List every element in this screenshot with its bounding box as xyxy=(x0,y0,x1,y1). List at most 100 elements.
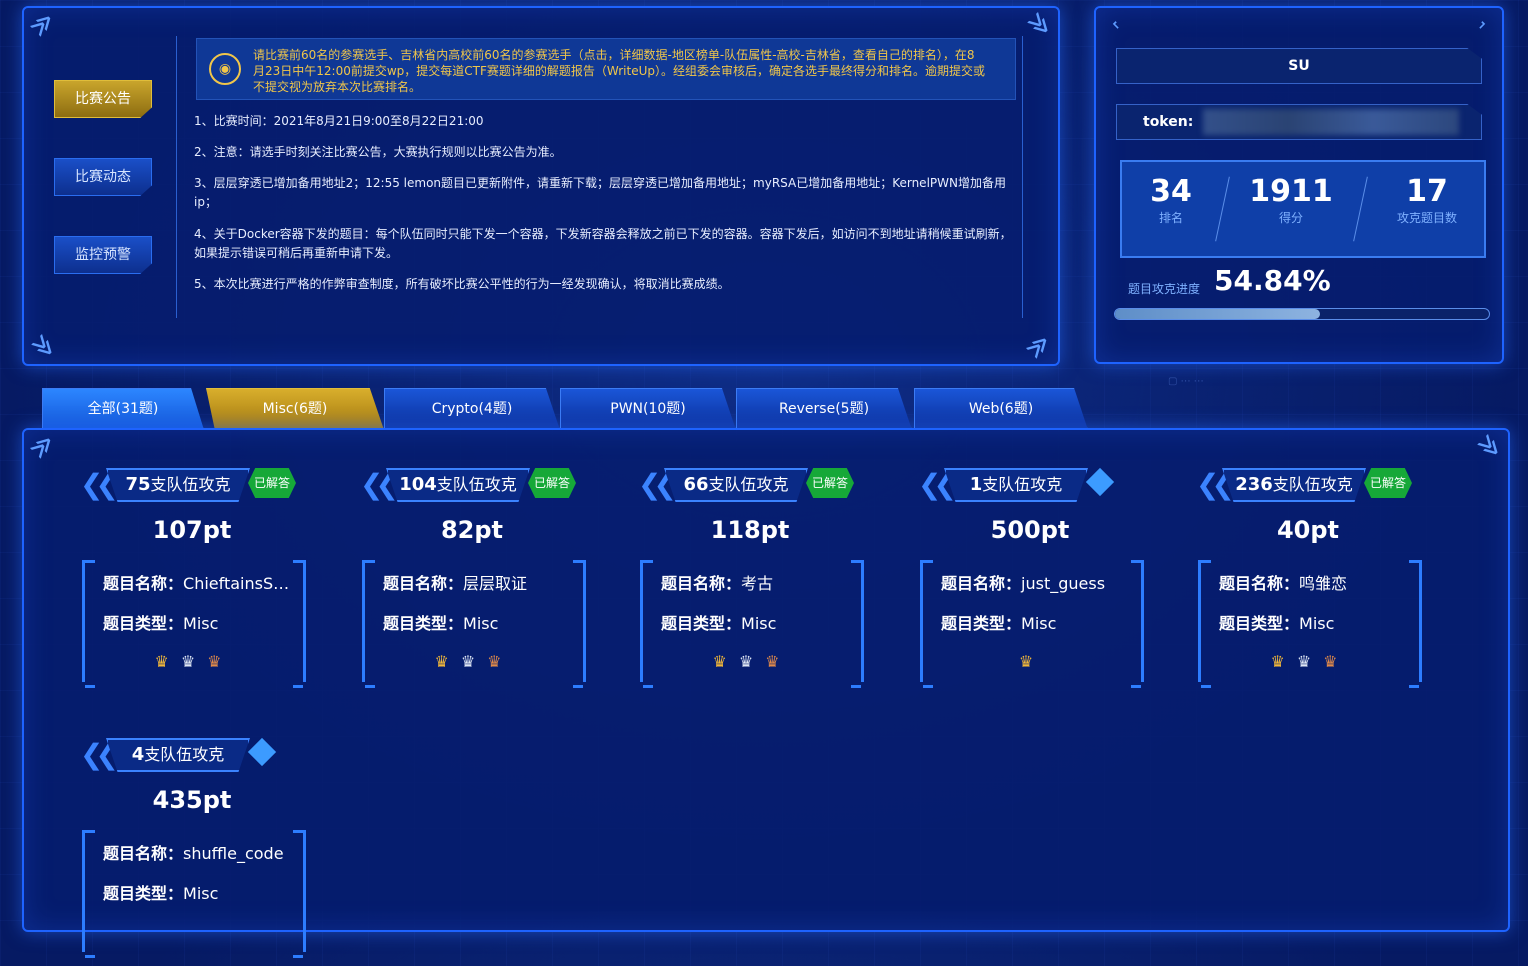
crown-icon: ♛ xyxy=(1270,652,1297,671)
challenge-points: 107pt xyxy=(152,516,232,544)
user-panel: ┏ ┓ SU token: 34 排名 1911 得分 17 攻克题目数 题目攻… xyxy=(1094,6,1504,364)
username-field: SU xyxy=(1116,48,1482,84)
challenge-info: 题目名称：鸣雏恋 题目类型：Misc ♛♛♛ xyxy=(1198,560,1422,688)
team-count: 4支队伍攻克 xyxy=(106,738,250,772)
team-count-row: ❮❮❮ 4支队伍攻克 xyxy=(80,736,304,772)
crown-row: ♛♛♛ xyxy=(85,652,303,671)
challenge-name: ChieftainsSe... xyxy=(183,574,295,593)
crown-icon: ♛ xyxy=(180,652,208,671)
crown-icon: ♛ xyxy=(738,652,766,671)
challenge-points: 435pt xyxy=(152,786,232,814)
challenge-card[interactable]: ❮❮❮ 104支队伍攻克 已解答 82pt 题目名称：层层取证 题目类型：Mis… xyxy=(360,466,586,696)
rule-4: 4、关于Docker容器下发的题目：每个队伍同时只能下发一个容器，下发新容器会释… xyxy=(194,227,1012,260)
announcement-panel: ≫ ≫ ≫ ≫ 比赛公告 比赛动态 监控预警 ◉ 请比赛前60名的参赛选手、吉林… xyxy=(22,6,1060,366)
crown-icon: ♛ xyxy=(487,652,514,671)
username: SU xyxy=(1288,58,1310,74)
challenge-name-line: 题目名称：考古 xyxy=(661,574,774,593)
progress-label: 题目攻克进度 xyxy=(1128,282,1201,296)
crown-icon: ♛ xyxy=(765,652,792,671)
diamond-icon xyxy=(247,737,277,767)
crown-icon: ♛ xyxy=(207,652,234,671)
token-field: token: xyxy=(1116,104,1482,140)
challenge-points: 500pt xyxy=(990,516,1070,544)
solved-stat: 17 攻克题目数 xyxy=(1382,174,1472,226)
crown-icon: ♛ xyxy=(1323,652,1350,671)
challenge-type-line: 题目类型：Misc xyxy=(103,614,219,633)
challenge-info: 题目名称：考古 题目类型：Misc ♛♛♛ xyxy=(640,560,864,688)
challenge-name: 考古 xyxy=(741,574,774,593)
corner-decoration-icon: ≫ xyxy=(1022,7,1057,42)
rank-value: 34 xyxy=(1150,174,1192,209)
notice-text[interactable]: 请比赛前60名的参赛选手、吉林省内高校前60名的参赛选手（点击，详细数据-地区榜… xyxy=(253,47,985,95)
solved-badge: 已解答 xyxy=(248,468,296,498)
score-label: 得分 xyxy=(1278,211,1303,225)
challenge-card[interactable]: ❮❮❮ 75支队伍攻克 已解答 107pt 题目名称：ChieftainsSe.… xyxy=(80,466,306,696)
team-count: 236支队伍攻克 xyxy=(1222,468,1366,502)
solved-badge: 已解答 xyxy=(528,468,576,498)
challenge-card[interactable]: ❮❮❮ 66支队伍攻克 已解答 118pt 题目名称：考古 题目类型：Misc … xyxy=(638,466,864,696)
challenge-info: 题目名称：shuffle_code 题目类型：Misc xyxy=(82,830,306,958)
challenge-card[interactable]: ❮❮❮ 4支队伍攻克 435pt 题目名称：shuffle_code 题目类型：… xyxy=(80,736,306,966)
rule-1: 1、比赛时间：2021年8月21日9:00至8月22日21:00 xyxy=(194,114,484,128)
team-count: 75支队伍攻克 xyxy=(106,468,250,502)
tab-crypto[interactable]: Crypto(4题) xyxy=(384,388,560,430)
challenge-name: just_guess xyxy=(1021,574,1106,593)
tab-pwn[interactable]: PWN(10题) xyxy=(560,388,736,430)
nav-announcement[interactable]: 比赛公告 xyxy=(54,80,152,118)
rule-3: 3、层层穿透已增加备用地址2；12:55 lemon题目已更新附件，请重新下载；… xyxy=(194,176,1006,209)
challenge-name-line: 题目名称：层层取证 xyxy=(383,574,528,593)
divider xyxy=(1215,176,1230,242)
corner-decoration-icon: ≫ xyxy=(25,429,60,464)
crown-icon: ♛ xyxy=(1296,652,1324,671)
challenge-type: Misc xyxy=(1021,614,1057,633)
challenge-type-line: 题目类型：Misc xyxy=(941,614,1057,633)
nav-monitoring[interactable]: 监控预警 xyxy=(54,236,152,274)
challenges-panel: ≫ ≫ ❮❮❮ 75支队伍攻克 已解答 107pt 题目名称：Chieftain… xyxy=(22,428,1510,958)
challenge-type: Misc xyxy=(183,884,219,903)
corner-decoration-icon: ┏ xyxy=(1108,18,1121,31)
challenge-name-line: 题目名称：just_guess xyxy=(941,574,1106,593)
crown-icon: ♛ xyxy=(1018,652,1046,671)
nav-dynamics[interactable]: 比赛动态 xyxy=(54,158,152,196)
score-stat: 1911 得分 xyxy=(1246,174,1336,226)
crown-icon: ♛ xyxy=(712,652,739,671)
stats-box: 34 排名 1911 得分 17 攻克题目数 xyxy=(1120,160,1486,258)
challenge-card[interactable]: ❮❮❮ 236支队伍攻克 已解答 40pt 题目名称：鸣雏恋 题目类型：Misc… xyxy=(1196,466,1422,696)
team-count-row: ❮❮❮ 236支队伍攻克 已解答 xyxy=(1196,466,1420,502)
tab-web[interactable]: Web(6题) xyxy=(914,388,1088,430)
challenge-name: 鸣雏恋 xyxy=(1299,574,1348,593)
crown-row: ♛♛♛ xyxy=(643,652,861,671)
divider xyxy=(1353,176,1368,242)
team-count: 104支队伍攻克 xyxy=(386,468,530,502)
rule-2: 2、注意：请选手时刻关注比赛公告，大赛执行规则以比赛公告为准。 xyxy=(194,145,562,159)
megaphone-icon: ◉ xyxy=(209,53,241,85)
corner-decoration-icon: ≫ xyxy=(26,329,61,364)
solved-label: 攻克题目数 xyxy=(1396,211,1457,225)
tab-all[interactable]: 全部(31题) xyxy=(42,388,204,430)
challenge-name-line: 题目名称：鸣雏恋 xyxy=(1219,574,1348,593)
solved-badge: 已解答 xyxy=(806,468,854,498)
corner-decoration-icon: ┓ xyxy=(1477,18,1490,31)
crown-icon: ♛ xyxy=(154,652,181,671)
crown-row: ♛♛♛ xyxy=(1201,652,1419,671)
challenge-name: shuffle_code xyxy=(183,844,284,863)
progress-bar xyxy=(1114,308,1490,320)
score-value: 1911 xyxy=(1249,174,1333,209)
crown-row: ♛♛♛ xyxy=(365,652,583,671)
challenge-type: Misc xyxy=(183,614,219,633)
rule-5: 5、本次比赛进行严格的作弊审查制度，所有破坏比赛公平性的行为一经发现确认，将取消… xyxy=(194,277,730,291)
solved-value: 17 xyxy=(1406,174,1448,209)
token-label: token: xyxy=(1143,114,1194,130)
challenge-card[interactable]: ❮❮❮ 1支队伍攻克 500pt 题目名称：just_guess 题目类型：Mi… xyxy=(918,466,1144,696)
rank-stat: 34 排名 xyxy=(1136,174,1206,226)
tab-misc[interactable]: Misc(6题) xyxy=(206,388,384,430)
progress-percent: 54.84% xyxy=(1214,264,1331,297)
challenge-type-line: 题目类型：Misc xyxy=(1219,614,1335,633)
challenge-name-line: 题目名称：ChieftainsSe... xyxy=(103,570,295,594)
tab-reverse[interactable]: Reverse(5题) xyxy=(736,388,912,430)
team-count-row: ❮❮❮ 1支队伍攻克 xyxy=(918,466,1142,502)
background-decoration: ▢ ⋯ ⋯ xyxy=(1168,376,1204,387)
challenge-type-line: 题目类型：Misc xyxy=(383,614,499,633)
challenge-info: 题目名称：ChieftainsSe... 题目类型：Misc ♛♛♛ xyxy=(82,560,306,688)
challenge-type: Misc xyxy=(463,614,499,633)
